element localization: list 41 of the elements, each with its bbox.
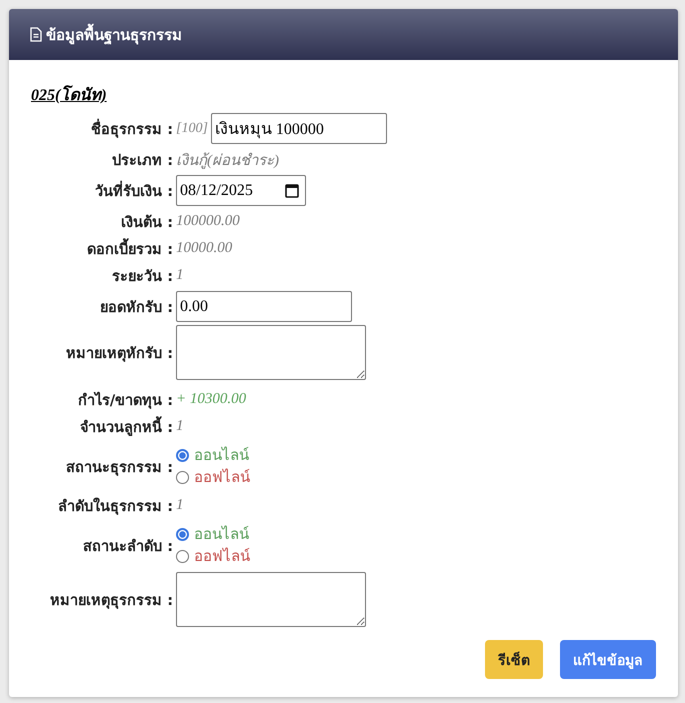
- radio-button[interactable]: [176, 550, 189, 562]
- option-label: ออนไลน์: [194, 445, 249, 466]
- text-input[interactable]: เงินหมุน 100000: [210, 113, 387, 144]
- field-value: 100000.00: [176, 213, 241, 230]
- field-value: เงินกู้(ผ่อนชำระ): [176, 152, 280, 171]
- textarea-field[interactable]: [176, 325, 366, 380]
- option-label: ออฟไลน์: [194, 546, 250, 567]
- field-label: ประเภท :: [111, 152, 173, 171]
- text-input[interactable]: 0.00: [176, 291, 352, 322]
- document-icon: [30, 27, 42, 42]
- record-title: 025(โดนัท): [31, 84, 107, 106]
- date-field[interactable]: 08/12/2025: [176, 175, 306, 206]
- textarea-field[interactable]: [176, 572, 366, 627]
- field-label: หมายเหตุหักรับ :: [65, 344, 173, 364]
- option-label: ออนไลน์: [194, 524, 249, 545]
- field-label: สถานะลำดับ :: [82, 538, 173, 556]
- field-value: 1: [176, 497, 184, 514]
- field-label: วันที่รับเงิน :: [31, 179, 173, 202]
- field-label: จำนวนลูกหนี้ :: [31, 415, 173, 438]
- radio-button[interactable]: [176, 470, 189, 484]
- field-value: 1: [176, 418, 184, 435]
- field-label: สถานะธุรกรรม :: [65, 458, 173, 478]
- header-title: ข้อมูลพื้นฐานธุรกรรม: [46, 22, 182, 46]
- field-value: 10000.00: [176, 240, 234, 257]
- edit-button[interactable]: แก้ไขข้อมูล: [560, 640, 656, 679]
- field-prefix: [100]: [176, 120, 208, 136]
- field-value: 1: [176, 267, 184, 284]
- field-label: ระยะวัน :: [111, 268, 173, 287]
- radio-button[interactable]: [176, 528, 189, 540]
- field-value: + 10300.00: [176, 391, 248, 408]
- reset-button[interactable]: รีเซ็ต: [485, 640, 543, 679]
- field-label: เงินต้น :: [120, 214, 173, 233]
- field-label: กำไร/ขาดทุน :: [76, 390, 173, 411]
- field-label: หมายเหตุธุรกรรม :: [49, 592, 173, 610]
- radio-button[interactable]: [176, 448, 189, 462]
- calendar-icon[interactable]: [285, 183, 299, 198]
- field-label: ลำดับในธุรกรรม :: [57, 496, 173, 517]
- field-label: ยอดหักรับ :: [99, 299, 173, 318]
- option-label: ออฟไลน์: [194, 467, 250, 488]
- field-label: ชื่อธุรกรรม :: [31, 117, 173, 140]
- field-label: ดอกเบี้ยรวม :: [31, 237, 173, 260]
